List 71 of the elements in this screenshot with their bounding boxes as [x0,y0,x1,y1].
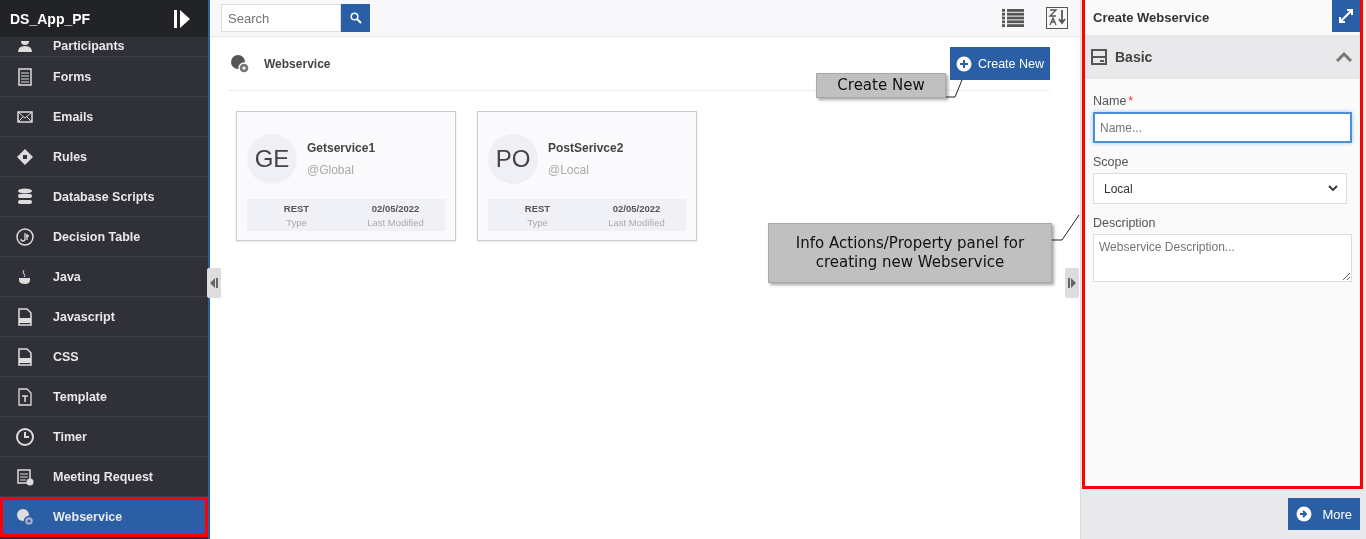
sidebar-item[interactable]: Javascript [0,297,208,337]
sidebar-item[interactable]: Timer [0,417,208,457]
create-new-button[interactable]: Create New [950,47,1050,80]
field-label: Name * [1093,94,1135,108]
nav-icon [15,466,35,487]
nav-icon [15,146,35,167]
description-field[interactable]: Webservice Description... [1093,234,1352,282]
service-scope: @Global [307,163,355,177]
type-label: Type [286,216,307,228]
sidebar-item[interactable]: Decision Table [0,217,208,257]
search-field[interactable]: Search [221,4,341,32]
callout: Info Actions/Property panel for creating new Webservice [768,223,1052,283]
nav-icon [15,66,35,87]
chevron-down-icon [1328,185,1338,192]
search-icon [349,12,362,24]
sidebar-item[interactable]: Rules [0,137,208,177]
list-view-icon[interactable] [1002,9,1024,27]
nav-icon [15,426,35,447]
callout: Create New [816,73,946,98]
field-label: Scope [1093,155,1130,169]
nav-icon [15,306,35,327]
type-value: REST [283,202,310,214]
sidebar-item[interactable]: CSS [0,337,208,377]
form-icon [1091,49,1107,65]
field-label: Description [1093,216,1157,230]
type-label: Type [527,216,548,228]
expand-handle[interactable] [1065,268,1079,298]
expand-icon [1338,8,1354,24]
date-value: 02/05/2022 [371,202,420,214]
more-button[interactable]: More [1288,498,1360,530]
sort-icon[interactable] [1046,7,1068,29]
date-label: Last Modified [608,216,665,228]
service-scope: @Local [548,163,590,177]
name-field[interactable]: Name... [1093,112,1352,143]
panel-title: Create Webservice [1093,10,1210,25]
avatar: PO [488,134,538,184]
service-name: Getservice1 [307,141,376,155]
section-title: Webservice [264,56,331,71]
leader-line [1051,214,1080,241]
plus-icon [956,55,972,72]
date-label: Last Modified [367,216,424,228]
nav-icon [15,41,35,53]
sidebar-item[interactable]: Webservice [0,497,208,537]
service-name: PostSerivce2 [548,141,624,155]
app-title: DS_App_PF [10,10,91,27]
sidebar-item[interactable]: Emails [0,97,208,137]
collapse-icon[interactable] [174,9,190,28]
sidebar-item[interactable]: Database Scripts [0,177,208,217]
sidebar-item[interactable]: Forms [0,57,208,97]
service-card[interactable]: GE Getservice1 @Global REST Type 02/05/2022 Last Modified [236,111,456,241]
search-button[interactable] [341,4,370,32]
leader-line [945,79,963,98]
date-value: 02/05/2022 [612,202,661,214]
nav-icon [15,186,35,207]
arrow-right-icon [1296,506,1313,522]
type-value: REST [524,202,551,214]
collapse-chevron-icon [1336,52,1352,62]
collapse-handle[interactable] [207,268,221,298]
expand-button[interactable] [1332,0,1360,32]
nav-icon [15,386,35,407]
nav-icon [15,226,35,247]
avatar: GE [247,134,297,184]
webservice-icon [230,53,250,74]
scope-dropdown[interactable]: Local [1093,173,1347,204]
service-card[interactable]: PO PostSerivce2 @Local REST Type 02/05/2022 Last Modified [477,111,697,241]
nav-icon [15,506,35,527]
sidebar-item[interactable]: Template [0,377,208,417]
sidebar-item[interactable]: Participants [0,37,208,57]
section-title: Basic [1115,49,1153,65]
nav-icon [15,346,35,367]
accordion-header[interactable]: Basic [1085,35,1360,79]
